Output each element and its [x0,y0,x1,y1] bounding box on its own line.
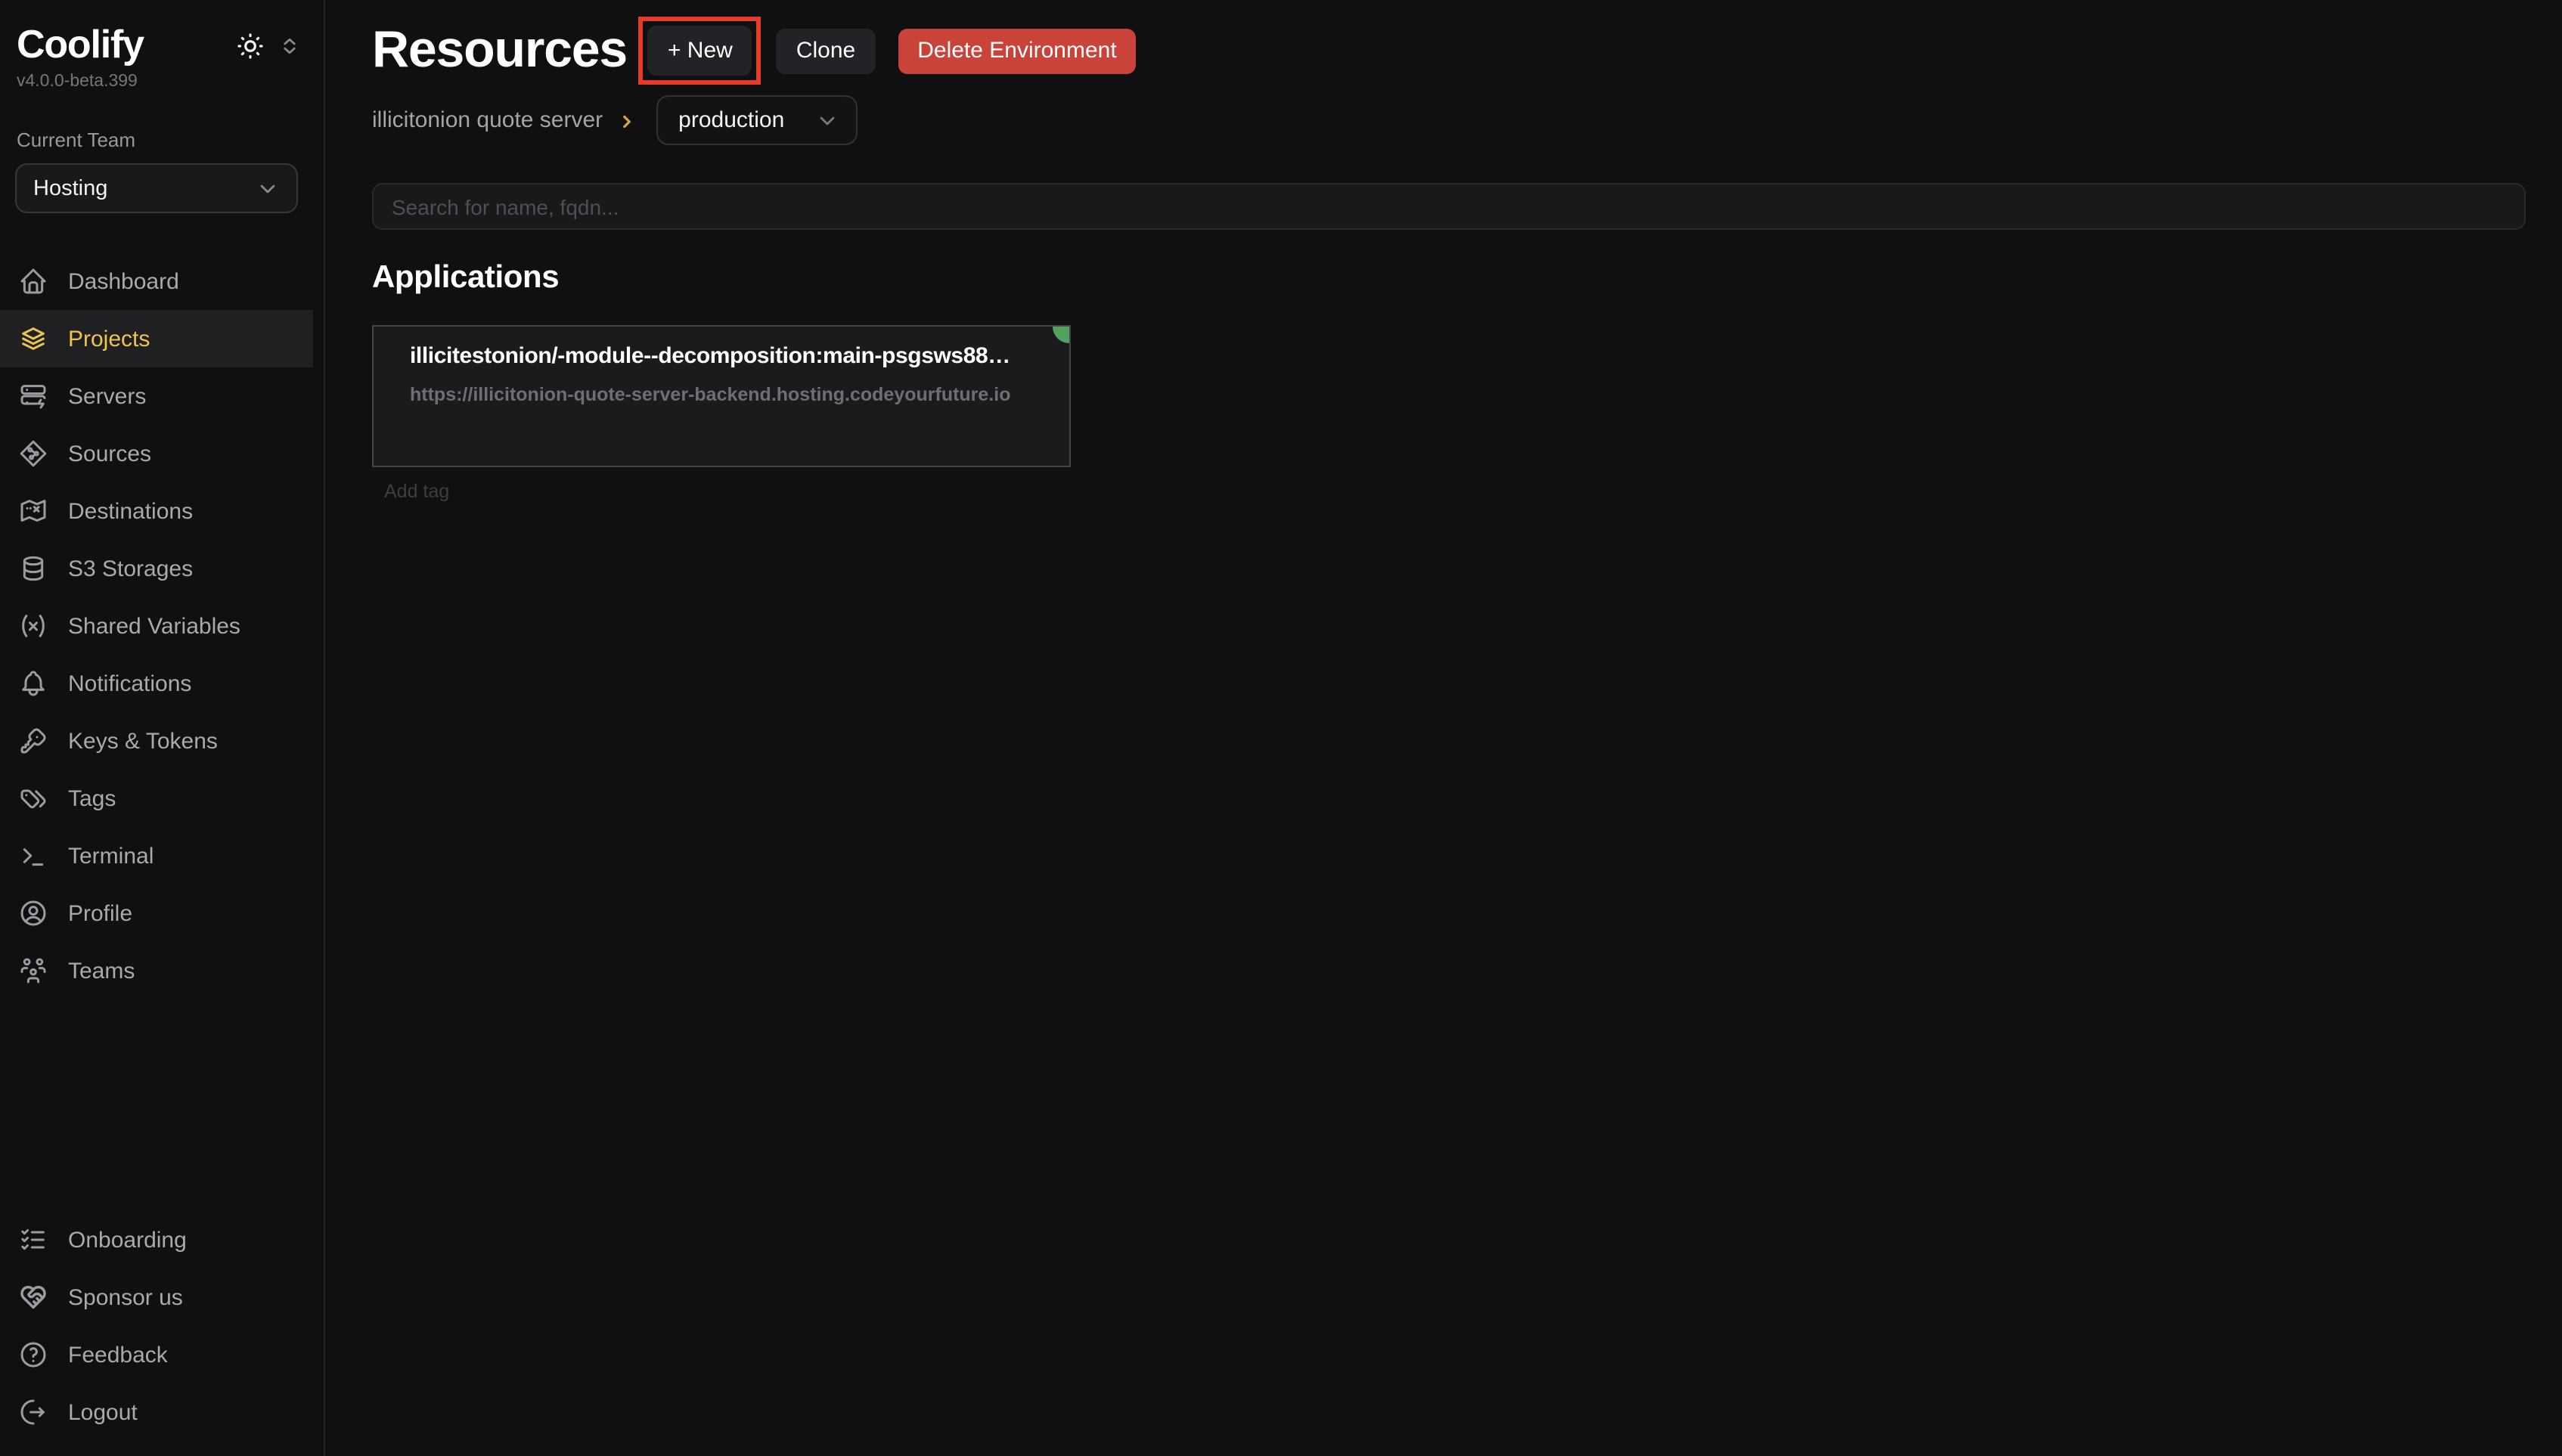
home-icon [18,266,48,296]
sidebar-item-keys-tokens[interactable]: Keys & Tokens [0,712,313,770]
coolify-app: Coolify v4.0.0-beta.399 Current Team Hos… [0,0,2562,1456]
sidebar-item-label: Dashboard [68,268,179,294]
heart-handshake-icon [18,1282,48,1312]
logout-icon [18,1397,48,1427]
sidebar-item-dashboard[interactable]: Dashboard [0,252,313,310]
sidebar-item-servers[interactable]: Servers [0,367,313,425]
sidebar-item-destinations[interactable]: Destinations [0,482,313,540]
theme-sun-icon[interactable] [236,32,265,60]
sidebar-header-icons [236,32,301,60]
sidebar-item-label: Keys & Tokens [68,728,218,754]
sidebar-item-profile[interactable]: Profile [0,884,313,942]
sidebar-item-sponsor-us[interactable]: Sponsor us [0,1269,313,1326]
map-icon [18,496,48,526]
sidebar-item-sources[interactable]: Sources [0,425,313,482]
sidebar-item-s3-storages[interactable]: S3 Storages [0,540,313,597]
sidebar-item-label: Projects [68,326,150,352]
new-button-wrap: + New [648,26,752,76]
sidebar-header: Coolify v4.0.0-beta.399 [0,21,324,91]
clone-button[interactable]: Clone [777,28,875,73]
sidebar-item-label: Logout [68,1399,138,1425]
team-select[interactable]: Hosting [15,163,298,213]
key-icon [18,726,48,756]
checklist-icon [18,1225,48,1255]
sidebar: Coolify v4.0.0-beta.399 Current Team Hos… [0,0,325,1456]
chevron-right-icon [616,111,636,131]
chevron-down-icon [814,108,839,132]
applications-section-title: Applications [372,260,2526,296]
delete-environment-button[interactable]: Delete Environment [898,28,1136,73]
page-header: Resources + New Clone Delete Environment [372,21,2526,80]
users-icon [18,956,48,986]
user-circle-icon [18,898,48,928]
sidebar-item-onboarding[interactable]: Onboarding [0,1211,313,1269]
sidebar-item-label: Profile [68,900,132,926]
application-title: illicitestonion/-module--decomposition:m… [410,343,1033,369]
environment-select-value: production [678,107,784,133]
sidebar-item-label: Onboarding [68,1227,187,1253]
bell-icon [18,668,48,699]
sidebar-item-label: Feedback [68,1342,168,1368]
sidebar-item-notifications[interactable]: Notifications [0,655,313,712]
current-team-label: Current Team [17,129,307,151]
sidebar-item-shared-variables[interactable]: Shared Variables [0,597,313,655]
sidebar-item-label: Tags [68,785,116,811]
environment-select[interactable]: production [656,95,857,145]
search-input[interactable] [372,183,2526,230]
sidebar-item-projects[interactable]: Projects [0,310,313,367]
sidebar-item-terminal[interactable]: Terminal [0,827,313,884]
server-icon [18,381,48,411]
database-icon [18,553,48,584]
sidebar-footer-nav: Onboarding Sponsor us Feedback Logout [0,1211,324,1441]
breadcrumb: illicitonion quote server production [372,95,2526,145]
sidebar-item-label: Servers [68,383,146,409]
app-logo[interactable]: Coolify [17,21,144,68]
git-icon [18,438,48,469]
chevron-down-icon [256,176,280,200]
sidebar-item-label: S3 Storages [68,556,193,581]
sidebar-item-label: Teams [68,958,135,984]
page-title: Resources [372,21,627,80]
sidebar-item-label: Terminal [68,843,154,869]
sidebar-item-teams[interactable]: Teams [0,942,313,999]
sidebar-item-label: Sponsor us [68,1284,183,1310]
chevrons-up-down-icon[interactable] [278,35,301,57]
tag-icon [18,783,48,813]
sidebar-item-feedback[interactable]: Feedback [0,1326,313,1383]
terminal-icon [18,841,48,871]
layers-icon [18,324,48,354]
breadcrumb-project[interactable]: illicitonion quote server [372,107,603,133]
sidebar-nav: Dashboard Projects Servers Sources Desti… [0,252,324,999]
application-card[interactable]: illicitestonion/-module--decomposition:m… [372,325,1071,467]
new-button[interactable]: + New [648,26,752,76]
status-running-indicator [1053,325,1071,343]
help-circle-icon [18,1340,48,1370]
sidebar-item-logout[interactable]: Logout [0,1383,313,1441]
sidebar-item-label: Destinations [68,498,193,524]
add-tag-button[interactable]: Add tag [384,481,2526,502]
sidebar-item-tags[interactable]: Tags [0,770,313,827]
logo-block: Coolify v4.0.0-beta.399 [17,21,144,91]
sidebar-item-label: Sources [68,441,151,466]
app-version: v4.0.0-beta.399 [17,73,144,91]
main-content: Resources + New Clone Delete Environment… [325,0,2562,1456]
team-select-value: Hosting [33,176,107,200]
sidebar-item-label: Shared Variables [68,613,240,639]
sidebar-item-label: Notifications [68,671,191,696]
application-url: https://illicitonion-quote-server-backen… [410,384,1033,405]
variable-icon [18,611,48,641]
